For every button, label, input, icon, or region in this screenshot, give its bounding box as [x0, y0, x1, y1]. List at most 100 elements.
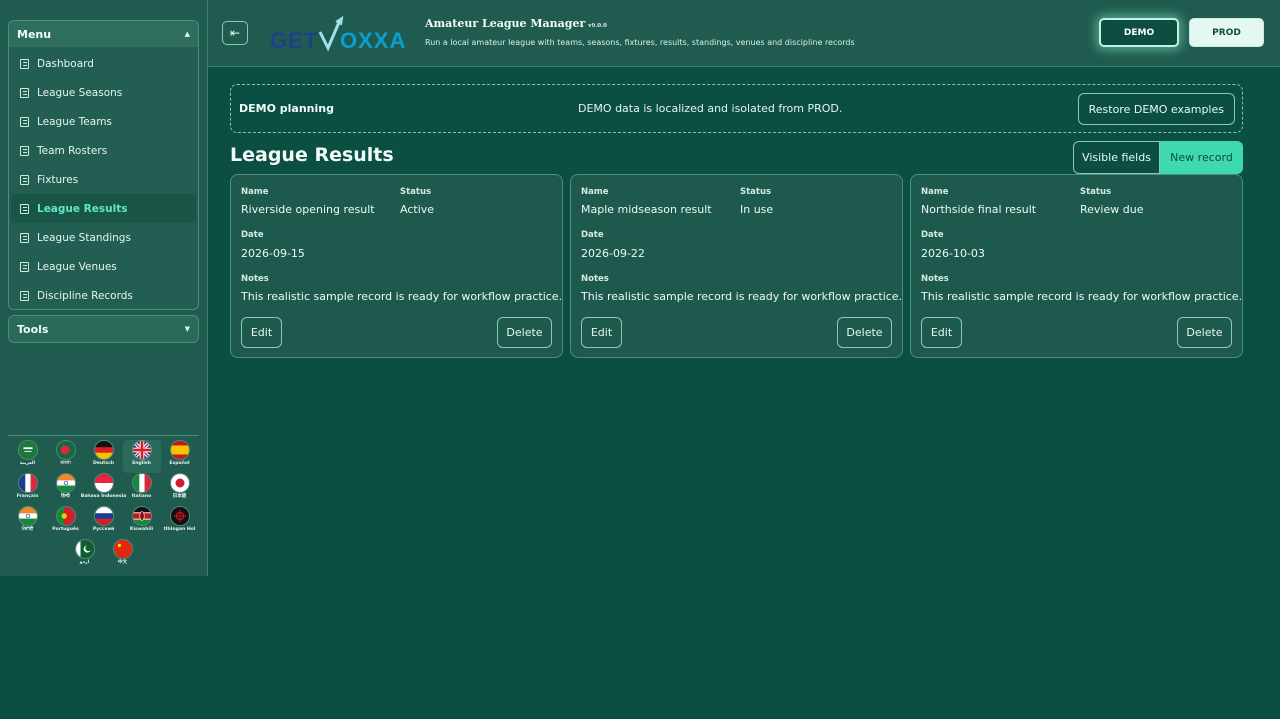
language-label: বাংলা: [60, 461, 71, 466]
sidebar-item-label: Fixtures: [37, 173, 79, 186]
language-label: العربية: [19, 461, 36, 466]
record-card: Name Status Northside final result Revie…: [910, 174, 1243, 358]
notes-label: Notes: [921, 274, 949, 284]
record-status: In use: [740, 203, 774, 216]
india-flag-icon: [55, 473, 76, 493]
document-icon: [20, 174, 29, 185]
language-label: English: [132, 461, 151, 466]
language-option[interactable]: Italiano: [123, 473, 161, 506]
tools-header[interactable]: Tools ▼: [9, 316, 198, 342]
klingon-emblem-icon: [169, 506, 190, 526]
sidebar-item-dashboard[interactable]: Dashboard: [11, 49, 196, 78]
collapse-sidebar-button[interactable]: ⇤: [222, 21, 248, 45]
language-option-selected[interactable]: English: [122, 440, 161, 473]
language-option[interactable]: Deutsch: [85, 440, 123, 473]
page-title: League Results: [230, 144, 394, 166]
tools-title: Tools: [17, 322, 49, 336]
sidebar-item-league-seasons[interactable]: League Seasons: [11, 78, 196, 107]
uk-flag-icon: [131, 440, 152, 460]
language-label: 中文: [117, 560, 128, 565]
record-status: Review due: [1080, 203, 1144, 216]
sidebar-item-label: Dashboard: [37, 57, 94, 70]
language-option[interactable]: Русский: [85, 506, 123, 539]
sidebar-item-label: League Seasons: [37, 86, 123, 99]
edit-button[interactable]: Edit: [581, 317, 622, 348]
spain-flag-icon: [169, 440, 190, 460]
kenya-flag-icon: [131, 506, 152, 526]
language-option[interactable]: Kiswahili: [123, 506, 161, 539]
language-option[interactable]: 日本語: [161, 473, 199, 506]
language-option[interactable]: Português: [47, 506, 85, 539]
document-icon: [20, 261, 29, 272]
sidebar-item-label: Discipline Records: [37, 289, 133, 302]
demo-banner: DEMO planning DEMO data is localized and…: [230, 84, 1243, 133]
language-option[interactable]: Español: [161, 440, 199, 473]
app-version: v9.0.0: [588, 23, 607, 29]
delete-button[interactable]: Delete: [1177, 317, 1232, 348]
record-date: 2026-09-15: [241, 247, 305, 260]
document-icon: [20, 58, 29, 69]
record-notes: This realistic sample record is ready fo…: [581, 290, 903, 303]
name-label: Name: [241, 187, 269, 197]
document-icon: [20, 145, 29, 156]
delete-button[interactable]: Delete: [837, 317, 892, 348]
app-title: Amateur League Manager v9.0.0: [425, 17, 607, 30]
language-label: हिन्दी: [61, 494, 70, 499]
language-label: Italiano: [131, 494, 152, 499]
record-status: Active: [400, 203, 435, 216]
language-label: Bahasa Indonesia: [80, 494, 127, 499]
sidebar-item-league-results[interactable]: League Results: [11, 194, 196, 223]
record-name: Riverside opening result: [241, 203, 375, 216]
language-option[interactable]: 中文: [104, 539, 142, 572]
chevron-down-icon: ▼: [184, 325, 190, 333]
language-label: 日本語: [172, 494, 187, 499]
france-flag-icon: [17, 473, 38, 493]
edit-button[interactable]: Edit: [241, 317, 282, 348]
language-option[interactable]: ਪੰਜਾਬੀ: [9, 506, 47, 539]
document-icon: [20, 232, 29, 243]
status-label: Status: [740, 187, 772, 197]
sidebar-item-discipline-records[interactable]: Discipline Records: [11, 281, 196, 310]
app-subtitle: Run a local amateur league with teams, s…: [425, 38, 855, 47]
sidebar-item-league-venues[interactable]: League Venues: [11, 252, 196, 281]
language-option[interactable]: বাংলা: [47, 440, 85, 473]
sidebar-item-team-rosters[interactable]: Team Rosters: [11, 136, 196, 165]
italy-flag-icon: [131, 473, 152, 493]
restore-demo-button[interactable]: Restore DEMO examples: [1077, 93, 1235, 125]
edit-button[interactable]: Edit: [921, 317, 962, 348]
language-label: tlhIngan Hol: [163, 527, 196, 532]
menu-header[interactable]: Menu ▲: [9, 21, 198, 47]
menu-title: Menu: [17, 27, 52, 41]
new-record-button[interactable]: New record: [1160, 141, 1243, 174]
record-date: 2026-09-22: [581, 247, 645, 260]
language-option[interactable]: Français: [9, 473, 47, 506]
language-option[interactable]: हिन्दी: [47, 473, 85, 506]
language-label: Português: [52, 527, 79, 532]
app-title-text: Amateur League Manager: [425, 17, 586, 30]
language-option[interactable]: العربية: [9, 440, 47, 473]
sidebar-item-label: League Results: [37, 202, 128, 215]
status-label: Status: [1080, 187, 1112, 197]
language-selector: العربية বাংলা Deutsch English Español Fr…: [8, 440, 199, 572]
language-option[interactable]: tlhIngan Hol: [161, 506, 199, 539]
logo: GET OXXA: [270, 14, 410, 54]
record-notes: This realistic sample record is ready fo…: [921, 290, 1243, 303]
delete-button[interactable]: Delete: [497, 317, 552, 348]
prod-env-button[interactable]: PROD: [1189, 18, 1264, 47]
language-option[interactable]: اردو: [66, 539, 104, 572]
banner-text: DEMO data is localized and isolated from…: [578, 102, 843, 115]
language-option[interactable]: Bahasa Indonesia: [81, 473, 126, 506]
divider: [8, 435, 199, 436]
sidebar-item-league-standings[interactable]: League Standings: [11, 223, 196, 252]
visible-fields-button[interactable]: Visible fields: [1073, 141, 1160, 174]
document-icon: [20, 290, 29, 301]
language-label: Русский: [92, 527, 115, 532]
bangladesh-flag-icon: [55, 440, 76, 460]
sidebar-item-fixtures[interactable]: Fixtures: [11, 165, 196, 194]
india-flag-icon: [17, 506, 38, 526]
record-date: 2026-10-03: [921, 247, 985, 260]
record-notes: This realistic sample record is ready fo…: [241, 290, 563, 303]
sidebar-item-league-teams[interactable]: League Teams: [11, 107, 196, 136]
demo-env-button[interactable]: DEMO: [1099, 18, 1179, 47]
svg-text:OXXA: OXXA: [340, 28, 406, 53]
